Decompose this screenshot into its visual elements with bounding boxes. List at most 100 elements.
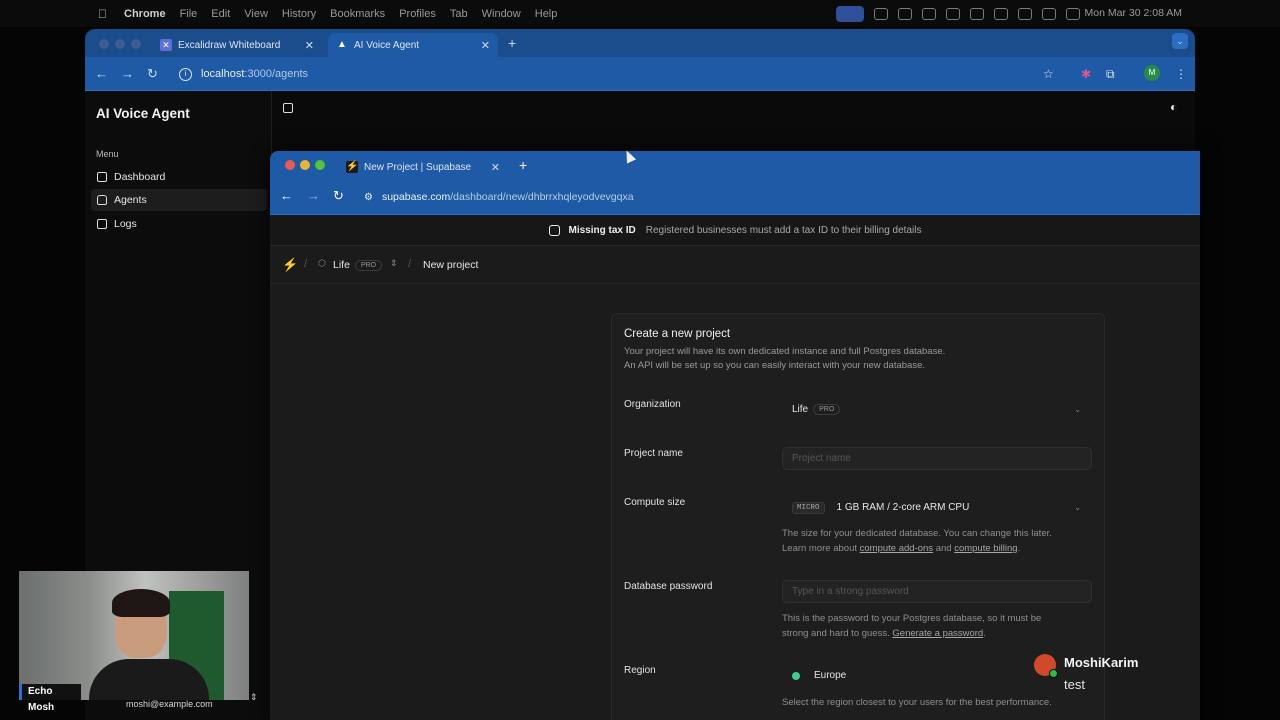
site-info-icon[interactable]: i — [179, 67, 192, 81]
chat-avatar — [1034, 654, 1058, 678]
menu-tab[interactable]: Tab — [450, 8, 468, 20]
compute-size-label: Compute size — [624, 497, 686, 508]
org-switcher-chevron-icon[interactable]: ⇕ — [390, 258, 398, 269]
compute-billing-link[interactable]: compute billing — [954, 543, 1017, 554]
organization-select[interactable]: Life PRO ⌄ — [782, 398, 1092, 421]
tab-ai-voice-agent[interactable]: ▲ AI Voice Agent ✕ — [328, 33, 498, 57]
project-name-input[interactable]: Project name — [782, 447, 1092, 470]
chevron-down-icon: ⌄ — [1074, 405, 1081, 414]
menu-history[interactable]: History — [282, 8, 316, 20]
tab-supabase-new-project[interactable]: ⚡ New Project | Supabase ✕ — [338, 155, 508, 179]
stats-icon[interactable] — [922, 7, 936, 20]
window-close-control[interactable] — [99, 39, 109, 49]
help-text: and — [933, 543, 955, 554]
excalidraw-favicon-icon: ✕ — [160, 39, 172, 51]
menu-clock[interactable]: Mon Mar 30 2:08 AM — [1085, 0, 1182, 27]
bug-icon[interactable] — [874, 7, 888, 20]
url-host: supabase.com — [381, 191, 451, 203]
org-box-icon: ⬡ — [318, 258, 326, 268]
window-minimize-control[interactable] — [300, 160, 310, 170]
grammarly-icon[interactable] — [898, 7, 912, 20]
back-arrow-icon[interactable]: ← — [95, 66, 108, 81]
organization-value: Life — [792, 404, 809, 415]
menu-file[interactable]: File — [180, 8, 198, 20]
site-settings-icon[interactable]: ⚙ — [364, 192, 373, 203]
tab-close-icon[interactable]: ✕ — [491, 161, 500, 174]
mirror-icon[interactable] — [970, 7, 984, 20]
control-center-icon[interactable] — [1066, 7, 1080, 20]
compute-size-select[interactable]: MICRO 1 GB RAM / 2-core ARM CPU ⌄ — [782, 496, 1092, 519]
generate-password-link[interactable]: Generate a password — [892, 628, 983, 639]
compute-help: The size for your dedicated database. Yo… — [782, 526, 1092, 556]
webcam-name-tag: Echo Mosh — [19, 684, 81, 713]
tab-close-icon[interactable]: ✕ — [305, 39, 314, 52]
battery-icon[interactable] — [994, 7, 1008, 20]
inner-tab-strip: ⚡ New Project | Supabase ✕ + — [270, 151, 1200, 179]
window-close-control[interactable] — [285, 160, 295, 170]
menu-app-name[interactable]: Chrome — [124, 8, 166, 20]
outer-tab-strip: ✕ Excalidraw Whiteboard ✕ ▲ AI Voice Age… — [85, 29, 1195, 57]
menu-window[interactable]: Window — [482, 8, 521, 20]
screen:  Chrome File Edit View History Bookmark… — [0, 0, 1280, 720]
missing-tax-id-banner: Missing tax ID Registered businesses mus… — [270, 215, 1200, 246]
window-zoom-control[interactable] — [315, 160, 325, 170]
form-description-line: Your project will have its own dedicated… — [624, 346, 946, 357]
supabase-browser-window: ⚡ New Project | Supabase ✕ + ← → ↻ ⚙ sup… — [270, 151, 1200, 720]
bookmark-star-icon[interactable]: ☆ — [1043, 67, 1054, 81]
status-icons — [836, 0, 1080, 27]
inner-address-bar[interactable]: ⚙ supabase.com/dashboard/new/dhbrrxhqley… — [364, 185, 1194, 209]
back-arrow-icon[interactable]: ← — [280, 188, 293, 203]
outer-address-bar[interactable]: i localhost:3000/agents — [171, 62, 1131, 86]
forward-arrow-icon[interactable]: → — [307, 188, 320, 203]
tab-close-icon[interactable]: ✕ — [481, 39, 490, 52]
compute-addons-link[interactable]: compute add-ons — [860, 543, 933, 554]
extension-bug-icon[interactable]: ✱ — [1081, 67, 1091, 81]
sidebar-toggle-icon[interactable] — [283, 103, 293, 113]
window-zoom-control[interactable] — [131, 39, 141, 49]
sidebar-item-dashboard[interactable]: Dashboard — [91, 166, 267, 188]
outer-toolbar: ← → ↻ i localhost:3000/agents ☆ ✱ ⧉ M ⋮ — [85, 57, 1195, 91]
search-icon[interactable] — [1042, 7, 1056, 20]
screen-record-icon[interactable] — [836, 5, 864, 22]
theme-toggle-icon[interactable]: ◐ — [1170, 100, 1177, 114]
breadcrumb-org[interactable]: Life PRO — [333, 259, 383, 271]
help-text: . — [983, 628, 986, 639]
menu-edit[interactable]: Edit — [211, 8, 230, 20]
reload-icon[interactable]: ↻ — [333, 188, 344, 204]
compute-tier-badge: MICRO — [792, 501, 825, 514]
browser-menu-icon[interactable]: ⋮ — [1175, 67, 1187, 81]
region-status-dot-icon — [792, 671, 800, 680]
forward-arrow-icon[interactable]: → — [121, 66, 134, 81]
supabase-logo-icon[interactable]: ⚡ — [282, 258, 298, 272]
database-password-input[interactable]: Type in a strong password — [782, 580, 1092, 603]
online-status-icon — [1049, 669, 1058, 678]
wifi-icon[interactable] — [1018, 7, 1032, 20]
new-tab-icon[interactable]: + — [519, 157, 527, 173]
menu-view[interactable]: View — [244, 8, 268, 20]
tab-search-chevron-icon[interactable]: ⌄ — [1172, 33, 1188, 49]
tab-excalidraw[interactable]: ✕ Excalidraw Whiteboard ✕ — [152, 33, 322, 57]
sidebar-menu-label: Menu — [96, 149, 119, 159]
organization-label: Organization — [624, 399, 681, 410]
compute-value: 1 GB RAM / 2-core ARM CPU — [836, 502, 970, 513]
help-text: Learn more about — [782, 543, 860, 554]
window-minimize-control[interactable] — [115, 39, 125, 49]
play-icon[interactable] — [946, 7, 960, 20]
menu-help[interactable]: Help — [535, 8, 558, 20]
apple-icon[interactable]:  — [98, 7, 110, 21]
sidebar-item-label: Logs — [114, 218, 137, 230]
inner-toolbar: ← → ↻ ⚙ supabase.com/dashboard/new/dhbrr… — [270, 179, 1200, 215]
reload-icon[interactable]: ↻ — [147, 66, 158, 82]
profile-avatar[interactable]: M — [1144, 65, 1160, 81]
new-tab-icon[interactable]: + — [508, 35, 516, 51]
app-title: AI Voice Agent — [96, 106, 190, 121]
menu-bookmarks[interactable]: Bookmarks — [330, 8, 385, 20]
sidebar-item-agents[interactable]: Agents — [91, 189, 267, 211]
help-text: strong and hard to guess. — [782, 628, 893, 639]
banner-title: Missing tax ID — [568, 224, 636, 236]
region-help: Select the region closest to your users … — [782, 697, 1052, 708]
account-chevron-icon[interactable]: ⇕ — [250, 692, 258, 703]
menu-profiles[interactable]: Profiles — [399, 8, 436, 20]
extensions-puzzle-icon[interactable]: ⧉ — [1106, 67, 1115, 82]
sidebar-item-logs[interactable]: Logs — [91, 213, 267, 235]
